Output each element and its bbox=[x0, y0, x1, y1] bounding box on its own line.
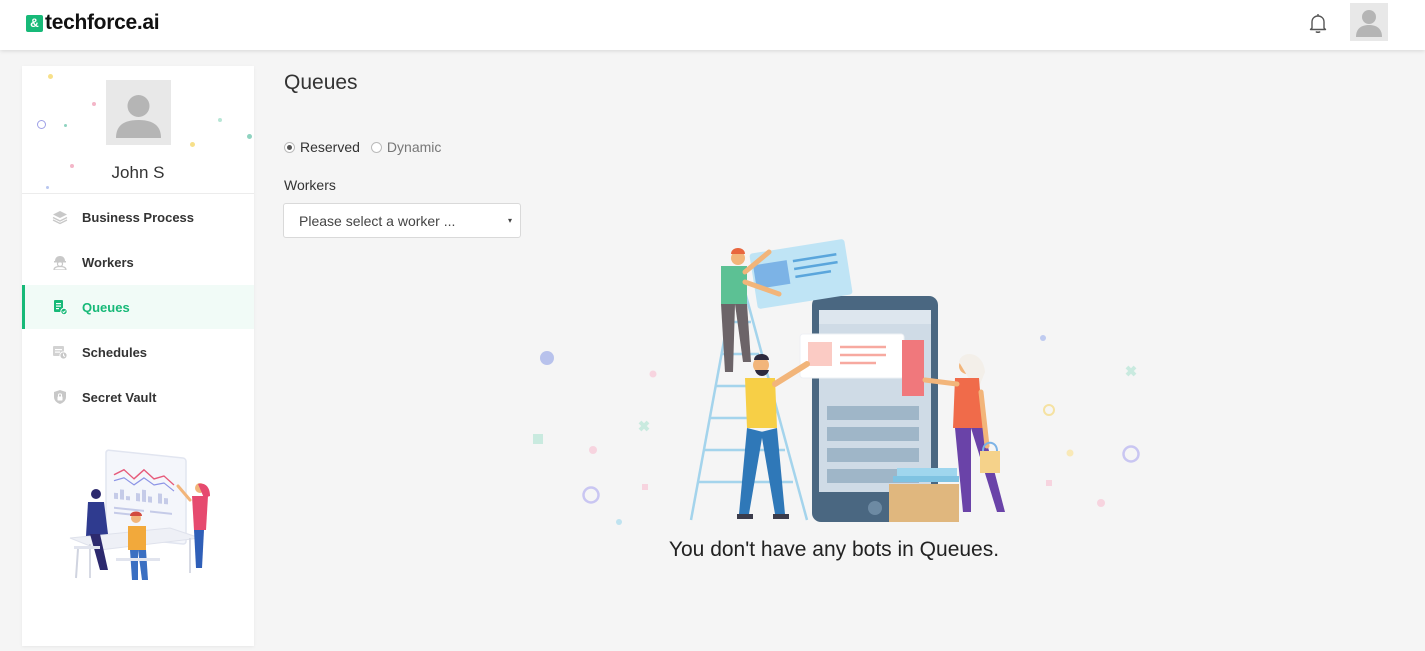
radio-checked-icon[interactable] bbox=[284, 141, 295, 153]
radio-reserved[interactable]: Reserved bbox=[284, 139, 360, 155]
profile-card: John S bbox=[22, 66, 254, 194]
radio-label: Dynamic bbox=[386, 139, 442, 155]
radio-unchecked-icon[interactable] bbox=[370, 141, 382, 153]
profile-avatar[interactable] bbox=[106, 80, 171, 145]
worker-select-placeholder: Please select a worker ... bbox=[299, 212, 456, 229]
sidebar: John S Business Process Workers Queues S… bbox=[22, 66, 254, 646]
sidebar-item-label: Secret Vault bbox=[82, 389, 157, 405]
mode-radio-group: Reserved Dynamic bbox=[284, 139, 452, 155]
sidebar-item-schedules[interactable]: Schedules bbox=[22, 330, 254, 374]
radio-dynamic[interactable]: Dynamic bbox=[370, 139, 442, 155]
top-bar: & techforce.ai bbox=[0, 0, 1425, 50]
user-avatar-icon[interactable] bbox=[1350, 3, 1388, 41]
sidebar-item-business-process[interactable]: Business Process bbox=[22, 195, 254, 239]
sidebar-item-label: Schedules bbox=[82, 344, 148, 360]
radio-label: Reserved bbox=[300, 139, 360, 155]
schedule-icon bbox=[52, 344, 68, 360]
logo-mark: & bbox=[26, 14, 43, 32]
sidebar-item-workers[interactable]: Workers bbox=[22, 240, 254, 284]
worker-icon bbox=[52, 254, 68, 270]
worker-select[interactable]: Please select a worker ... ▾ bbox=[283, 203, 521, 238]
dropdown-arrow-icon: ▾ bbox=[507, 216, 512, 225]
brand-logo[interactable]: & techforce.ai bbox=[26, 11, 160, 35]
sidebar-item-secret-vault[interactable]: Secret Vault bbox=[22, 375, 254, 419]
sidebar-item-label: Business Process bbox=[82, 209, 195, 225]
sidebar-item-label: Workers bbox=[82, 254, 134, 270]
empty-state-illustration bbox=[525, 232, 1145, 532]
page-title: Queues bbox=[284, 71, 358, 94]
sidebar-item-label: Queues bbox=[82, 299, 130, 315]
sidebar-item-queues[interactable]: Queues bbox=[22, 285, 254, 329]
queue-icon bbox=[52, 299, 68, 315]
profile-name: John S bbox=[111, 163, 165, 182]
bell-icon[interactable] bbox=[1306, 11, 1330, 35]
shield-lock-icon bbox=[52, 389, 68, 405]
layers-icon bbox=[52, 209, 68, 225]
workers-label: Workers bbox=[284, 177, 336, 193]
empty-state-message: You don't have any bots in Queues. bbox=[668, 538, 1000, 561]
brand-name: techforce.ai bbox=[45, 11, 160, 34]
analytics-team-illustration bbox=[50, 438, 220, 588]
